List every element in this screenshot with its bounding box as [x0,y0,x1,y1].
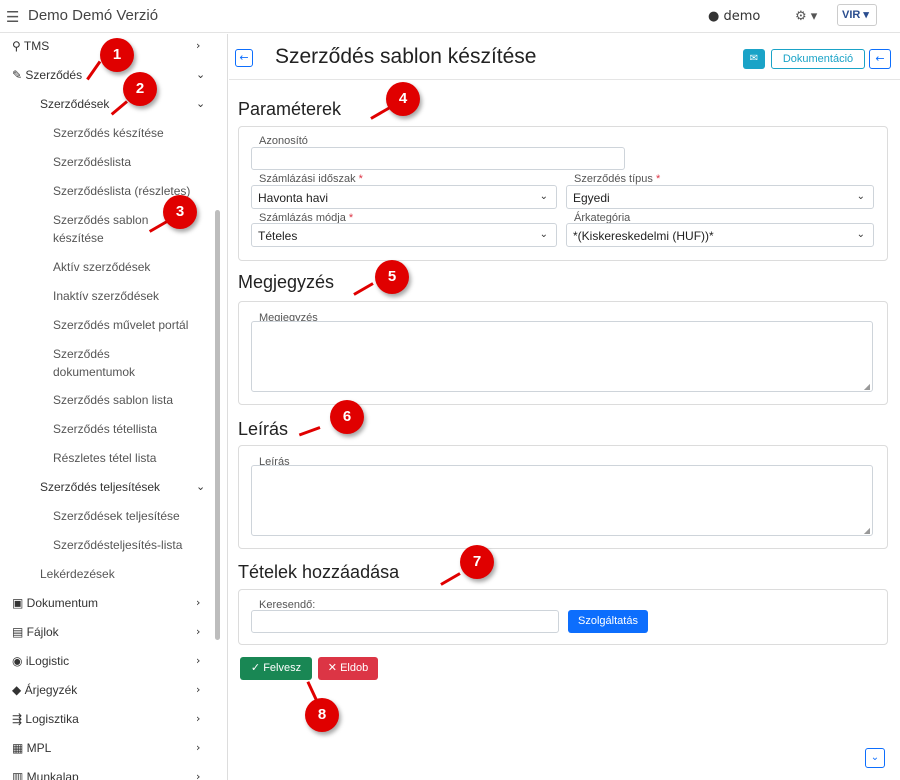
sidebar-item-logisztika[interactable]: ⇶ Logisztika [12,712,79,726]
back-arrow-icon[interactable]: ← [869,49,891,69]
sidebar-item-szerzodesek[interactable]: Szerződések [40,97,109,111]
szerzodes-tipus-select[interactable]: Egyedi ⌄ [566,185,874,209]
sidebar-item-dokumentumok[interactable]: Szerződés [53,347,110,361]
megjegyzes-textarea[interactable]: ◢ [251,321,873,392]
page-title: Szerződés sablon készítése [275,45,537,68]
keresendo-input[interactable] [251,610,559,633]
back-arrow-icon[interactable]: ← [235,49,253,67]
chevron-right-icon: › [196,741,201,754]
sidebar-item-sablon-lista[interactable]: Szerződés sablon lista [53,393,173,407]
main-content: ← Szerződés sablon készítése ✉ Dokumentá… [229,34,900,780]
chevron-down-icon: ⌄ [196,97,206,110]
sidebar-item-mpl[interactable]: ▦ MPL [12,741,51,755]
szamlazasi-idoszak-select[interactable]: Havonta havi ⌄ [251,185,557,209]
arkategoria-select[interactable]: *(Kiskereskedelmi (HUF))* ⌄ [566,223,874,247]
sidebar-item-inaktiv[interactable]: Inaktív szerződések [53,289,159,303]
section-items-title: Tételek hozzáadása [238,562,400,582]
chevron-right-icon: › [196,625,201,638]
resize-handle-icon: ◢ [863,382,870,391]
callout-badge-5: 5 [375,260,409,294]
sidebar-item-aktiv[interactable]: Aktív szerződések [53,260,150,274]
sidebar-item-munkalap[interactable]: ▥ Munkalap [12,770,79,780]
user-menu[interactable]: ● demo [708,9,760,24]
chevron-right-icon: › [196,654,201,667]
chevron-down-icon: ⌄ [856,191,865,202]
leiras-textarea[interactable]: ◢ [251,465,873,536]
sidebar-item-tetellista[interactable]: Szerződés tétellista [53,422,157,436]
parameters-card: Azonosító Számlázási időszak * Havonta h… [238,126,888,261]
chevron-down-icon: ⌄ [539,191,548,202]
sidebar-item-szerzodeslista-reszletes[interactable]: Szerződéslista (részletes) [53,184,190,198]
user-icon: ● [708,9,720,24]
settings-gear-icon[interactable]: ⚙ ▾ [795,9,817,24]
sidebar-item-szerzodeslista[interactable]: Szerződéslista [53,155,131,169]
szamlazasi-idoszak-label: Számlázási időszak * [259,173,363,185]
chevron-right-icon: › [196,596,201,609]
chevron-right-icon: › [196,712,201,725]
page-header: ← Szerződés sablon készítése ✉ Dokumentá… [229,34,900,80]
sidebar: ⚲ TMS › ✎ Szerződés ⌄ Szerződések ⌄ Szer… [0,34,228,780]
sidebar-item-teljesites-lista[interactable]: Szerződésteljesítés-lista [53,538,182,552]
chevron-right-icon: › [196,683,201,696]
callout-badge-1: 1 [100,38,134,72]
callout-badge-2: 2 [123,72,157,106]
resize-handle-icon: ◢ [863,526,870,535]
chevron-down-icon: ⌄ [196,480,206,493]
sidebar-item-lekerdezesek[interactable]: Lekérdezések [40,567,115,581]
description-card: Leírás ◢ [238,445,888,549]
chat-icon[interactable]: ✉ [743,49,765,69]
documentation-button[interactable]: Dokumentáció [771,49,865,69]
sidebar-item-muvelet-portal[interactable]: Szerződés művelet portál [53,318,188,332]
sidebar-item-sablon-keszitese[interactable]: Szerződés sablon [53,213,148,227]
user-name: demo [723,9,761,24]
sidebar-item-szerzodes-keszitese[interactable]: Szerződés készítése [53,126,164,140]
scroll-down-icon[interactable]: ⌄ [865,748,885,768]
callout-badge-4: 4 [386,82,420,116]
top-bar: ☰ Demo Demó Verzió ● demo ⚙ ▾ VIR ▾ [0,0,900,33]
szerzodes-tipus-label: Szerződés típus * [574,173,661,185]
sidebar-item-ilogistic[interactable]: ◉ iLogistic [12,654,69,668]
szamlazas-modja-select[interactable]: Tételes ⌄ [251,223,557,247]
close-icon: ✕ [327,662,337,674]
chevron-down-icon: ⌄ [539,229,548,240]
service-button[interactable]: Szolgáltatás [568,610,648,633]
save-button[interactable]: ✓ Felvesz [240,657,312,680]
note-card: Megjegyzés ◢ [238,301,888,405]
vir-logo[interactable]: VIR ▾ [837,4,877,26]
sidebar-item-tms[interactable]: ⚲ TMS [12,39,49,53]
callout-badge-7: 7 [460,545,494,579]
callout-badge-3: 3 [163,195,197,229]
callout-badge-8: 8 [305,698,339,732]
hamburger-menu-icon[interactable]: ☰ [6,8,19,26]
sidebar-item-reszletes-tetel[interactable]: Részletes tétel lista [53,451,156,465]
section-note-title: Megjegyzés [238,272,335,292]
chevron-right-icon: › [196,770,201,780]
sidebar-item-szerzodes[interactable]: ✎ Szerződés [12,68,82,82]
azonosito-input[interactable] [251,147,625,170]
chevron-down-icon: ⌄ [856,229,865,240]
sidebar-item-fajlok[interactable]: ▤ Fájlok [12,625,59,639]
section-description-title: Leírás [238,419,289,439]
sidebar-scroll-thumb[interactable] [215,210,220,640]
items-card: Keresendő: Szolgáltatás [238,589,888,645]
app-title: Demo Demó Verzió [28,7,159,24]
section-parameters-title: Paraméterek [238,99,342,119]
sidebar-item-arjegyzek[interactable]: ◆ Árjegyzék [12,683,77,697]
azonosito-label: Azonosító [259,135,308,147]
check-icon: ✓ [250,662,261,674]
chevron-down-icon: ⌄ [196,68,206,81]
discard-button[interactable]: ✕ Eldob [318,657,378,680]
sidebar-item-sablon-keszitese-line2[interactable]: készítése [53,231,104,245]
sidebar-item-dokumentum[interactable]: ▣ Dokumentum [12,596,98,610]
chevron-right-icon: › [196,39,201,52]
sidebar-item-dokumentumok-line2[interactable]: dokumentumok [53,365,135,379]
callout-badge-6: 6 [330,400,364,434]
sidebar-item-teljesitese[interactable]: Szerződések teljesítése [53,509,180,523]
sidebar-item-teljesitesek[interactable]: Szerződés teljesítések [40,480,160,494]
